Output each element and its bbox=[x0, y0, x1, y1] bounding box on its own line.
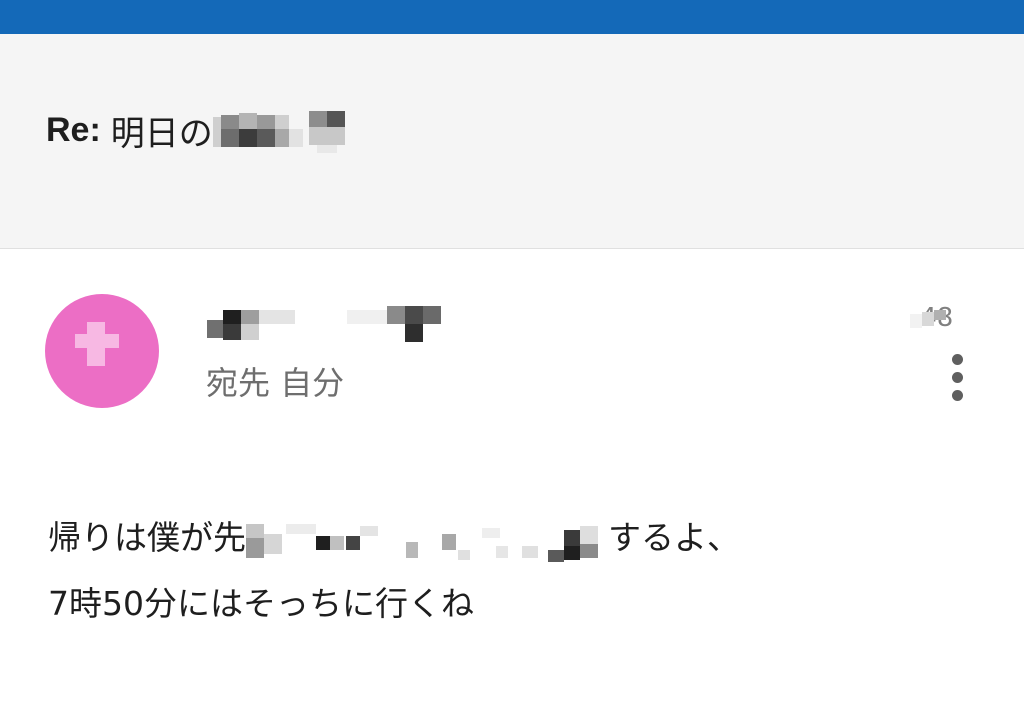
subject-header: Re: 明日の bbox=[0, 34, 1024, 249]
sender-avatar[interactable] bbox=[45, 294, 159, 408]
body-redaction bbox=[246, 520, 608, 562]
subject-prefix: Re: bbox=[46, 111, 101, 149]
body-line1-end: するよ、 bbox=[608, 518, 740, 557]
recipients-label[interactable]: 宛先 自分 bbox=[206, 358, 344, 404]
time-redaction bbox=[910, 306, 946, 334]
subject-redaction bbox=[212, 109, 363, 153]
email-subject: Re: 明日の bbox=[46, 106, 363, 155]
top-app-bar bbox=[0, 0, 1024, 34]
avatar-initial-redacted bbox=[75, 322, 119, 366]
body-line-2: 7時50分にはそっちに行くね bbox=[48, 584, 474, 623]
more-vertical-icon[interactable] bbox=[940, 350, 976, 406]
body-line-1: 帰りは僕が先 するよ、 bbox=[48, 505, 740, 571]
sender-name-redacted[interactable] bbox=[207, 306, 447, 346]
subject-text: 明日の bbox=[110, 114, 213, 154]
message-body: 帰りは僕が先 するよ、 7時50分にはそっちに行くね bbox=[48, 505, 740, 637]
body-line1-start: 帰りは僕が先 bbox=[48, 518, 246, 557]
